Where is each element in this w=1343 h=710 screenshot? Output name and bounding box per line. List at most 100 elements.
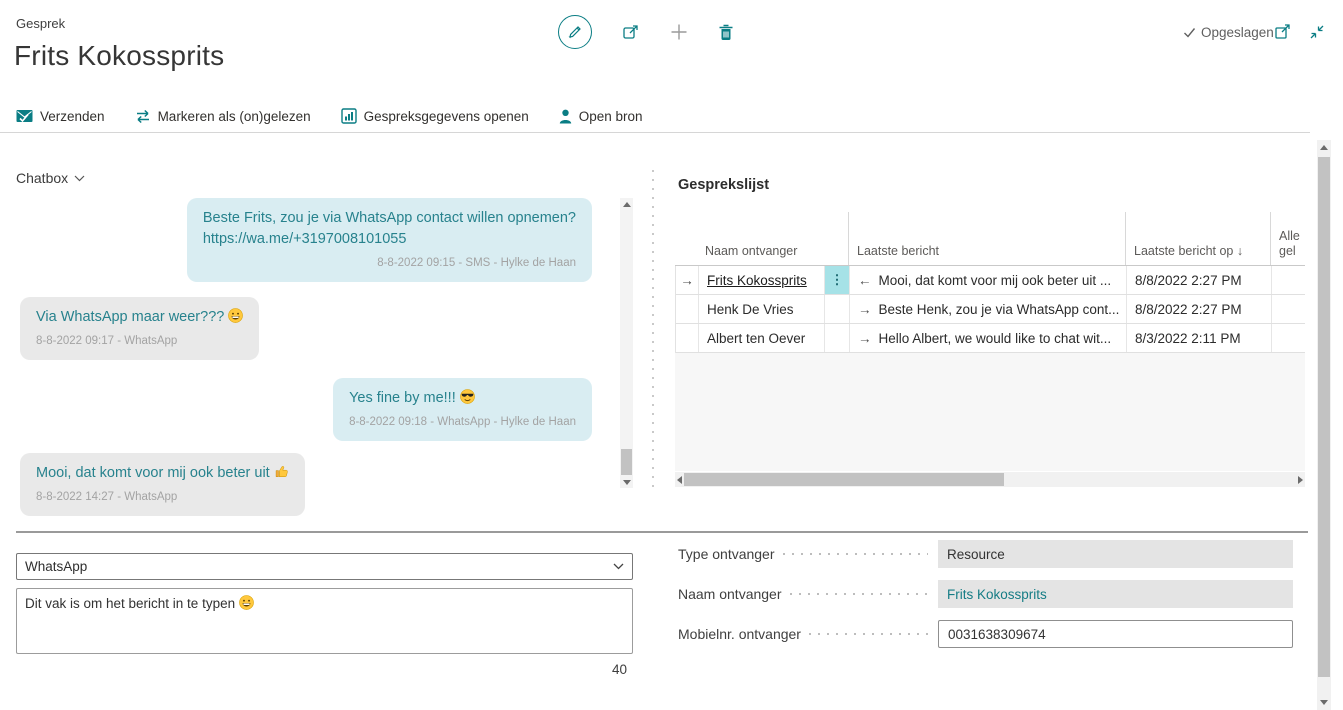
mobielnr-input[interactable]: [948, 627, 1283, 642]
cell-laatste-bericht-op[interactable]: 8/8/2022 2:27 PM: [1126, 266, 1271, 294]
page-scrollbar[interactable]: [1317, 140, 1331, 710]
record-toolbar: [558, 14, 734, 50]
chat-message-text: Mooi, dat komt voor mij ook beter uit: [36, 463, 289, 484]
char-count: 40: [585, 662, 627, 677]
statistics-icon: [341, 108, 357, 124]
row-options-icon[interactable]: [824, 324, 849, 352]
active-row-indicator: [676, 295, 698, 323]
panel-separator: [652, 170, 654, 490]
cell-laatste-bericht-op[interactable]: 8/8/2022 2:27 PM: [1126, 295, 1271, 323]
emoji-grin-icon: [228, 308, 243, 323]
action-markeren[interactable]: Markeren als (on)gelezen: [135, 109, 311, 124]
table-horizontal-scrollbar[interactable]: [675, 472, 1305, 487]
channel-select[interactable]: WhatsApp: [16, 553, 633, 580]
cell-naam-ontvanger[interactable]: Albert ten Oever: [698, 324, 824, 352]
chat-message-text: Beste Frits, zou je via WhatsApp contact…: [203, 208, 576, 229]
edit-button[interactable]: [558, 15, 592, 49]
column-header-bericht[interactable]: Laatste bericht: [848, 212, 1125, 265]
row-options-icon[interactable]: [824, 295, 849, 323]
table-scrollbar-thumb[interactable]: [684, 473, 1004, 486]
action-label: Verzenden: [40, 109, 105, 124]
header-row-indicator: [675, 212, 697, 265]
cell-laatste-bericht[interactable]: →Beste Henk, zou je via WhatsApp cont...: [849, 295, 1126, 323]
table-row[interactable]: Albert ten Oever →Hello Albert, we would …: [676, 324, 1305, 353]
field-value-readonly: Resource: [938, 540, 1293, 568]
share-button[interactable]: [622, 23, 640, 41]
field-row: Naam ontvanger Frits Kokossprits: [678, 580, 1293, 608]
field-value-link[interactable]: Frits Kokossprits: [938, 580, 1293, 608]
cell-alle-gelezen[interactable]: [1271, 266, 1306, 294]
chat-message-meta: 8-8-2022 09:15 - SMS - Hylke de Haan: [203, 253, 576, 274]
emoji-thumbs-up-icon: [274, 464, 289, 479]
emoji-grin-icon: [239, 595, 254, 610]
table-row[interactable]: Henk De Vries →Beste Henk, zou je via Wha…: [676, 295, 1305, 324]
action-label: Gespreksgegevens openen: [364, 109, 529, 124]
table-row[interactable]: →Frits Kokossprits⋮←Mooi, dat komt voor …: [676, 266, 1305, 295]
chatbox-section-header[interactable]: Chatbox: [16, 170, 85, 186]
page-title: Frits Kokossprits: [14, 40, 224, 72]
channel-select-value: WhatsApp: [25, 559, 87, 574]
scroll-down-icon[interactable]: [623, 480, 631, 485]
chat-scrollbar[interactable]: [620, 198, 633, 488]
conversation-list-title: Gesprekslijst: [678, 177, 769, 193]
outgoing-arrow-icon: →: [858, 302, 872, 317]
cell-laatste-bericht-op[interactable]: 8/3/2022 2:11 PM: [1126, 324, 1271, 352]
chat-message-text: https://wa.me/+3197008101055: [203, 229, 576, 250]
chat-scrollbar-thumb[interactable]: [621, 449, 632, 475]
chat-bubble-incoming: Via WhatsApp maar weer???8-8-2022 09:17 …: [20, 297, 259, 360]
field-value-input[interactable]: [938, 620, 1293, 648]
table-empty-area: [675, 353, 1305, 471]
message-input[interactable]: Dit vak is om het bericht in te typen: [16, 588, 633, 654]
field-row: Type ontvangerResource: [678, 540, 1293, 568]
chat-message-meta: 8-8-2022 09:17 - WhatsApp: [36, 331, 243, 352]
column-header-naam[interactable]: Naam ontvanger: [697, 212, 823, 265]
row-options-icon[interactable]: ⋮: [824, 266, 849, 294]
chat-bubble-incoming: Mooi, dat komt voor mij ook beter uit 8-8…: [20, 453, 305, 516]
add-button[interactable]: [670, 23, 688, 41]
outgoing-arrow-icon: →: [858, 331, 872, 346]
scroll-up-icon[interactable]: [1320, 145, 1328, 150]
chevron-down-icon: [74, 175, 85, 182]
action-gespreksgegevens[interactable]: Gespreksgegevens openen: [341, 108, 529, 124]
action-verzenden[interactable]: Verzenden: [16, 109, 105, 124]
page-scrollbar-thumb[interactable]: [1318, 157, 1330, 677]
chat-message-meta: 8-8-2022 14:27 - WhatsApp: [36, 487, 289, 508]
action-label: Open bron: [579, 109, 643, 124]
popout-button[interactable]: [1274, 23, 1291, 40]
action-open-bron[interactable]: Open bron: [559, 109, 643, 124]
cell-laatste-bericht[interactable]: ←Mooi, dat komt voor mij ook beter uit .…: [849, 266, 1126, 294]
cell-laatste-bericht[interactable]: →Hello Albert, we would like to chat wit…: [849, 324, 1126, 352]
chevron-down-icon: [613, 563, 624, 570]
incoming-arrow-icon: ←: [858, 273, 872, 288]
active-row-indicator: →: [676, 266, 698, 294]
field-label: Naam ontvanger: [678, 586, 782, 602]
conversation-table: →Frits Kokossprits⋮←Mooi, dat komt voor …: [675, 266, 1305, 353]
scroll-left-icon[interactable]: [677, 476, 682, 484]
share-icon: [622, 23, 640, 41]
plus-icon: [670, 23, 688, 41]
collapse-button[interactable]: [1309, 24, 1325, 40]
scroll-down-icon[interactable]: [1320, 700, 1328, 705]
chat-message-text: Yes fine by me!!!: [349, 388, 576, 409]
detail-fields: Type ontvangerResource Naam ontvanger Frit…: [678, 540, 1293, 648]
emoji-cool-icon: [460, 389, 475, 404]
person-icon: [559, 109, 572, 124]
save-status: Opgeslagen: [1183, 25, 1274, 40]
cell-naam-ontvanger[interactable]: Frits Kokossprits: [698, 266, 824, 294]
dotted-leader: [809, 633, 928, 635]
action-bar: Verzenden Markeren als (on)gelezen Gespr…: [0, 100, 1310, 133]
delete-button[interactable]: [718, 23, 734, 41]
chat-message-list: Beste Frits, zou je via WhatsApp contact…: [16, 198, 592, 516]
section-divider: [16, 531, 1308, 533]
swap-arrows-icon: [135, 109, 151, 124]
cell-alle-gelezen[interactable]: [1271, 324, 1306, 352]
scroll-up-icon[interactable]: [623, 202, 631, 207]
trash-icon: [718, 23, 734, 41]
cell-alle-gelezen[interactable]: [1271, 295, 1306, 323]
scroll-right-icon[interactable]: [1298, 476, 1303, 484]
table-header: Naam ontvanger Laatste bericht Laatste b…: [675, 212, 1305, 266]
column-header-alle-gelezen[interactable]: Alle gel: [1270, 212, 1305, 265]
column-header-datum[interactable]: Laatste bericht op ↓: [1125, 212, 1270, 265]
chatbox-label: Chatbox: [16, 170, 68, 186]
cell-naam-ontvanger[interactable]: Henk De Vries: [698, 295, 824, 323]
